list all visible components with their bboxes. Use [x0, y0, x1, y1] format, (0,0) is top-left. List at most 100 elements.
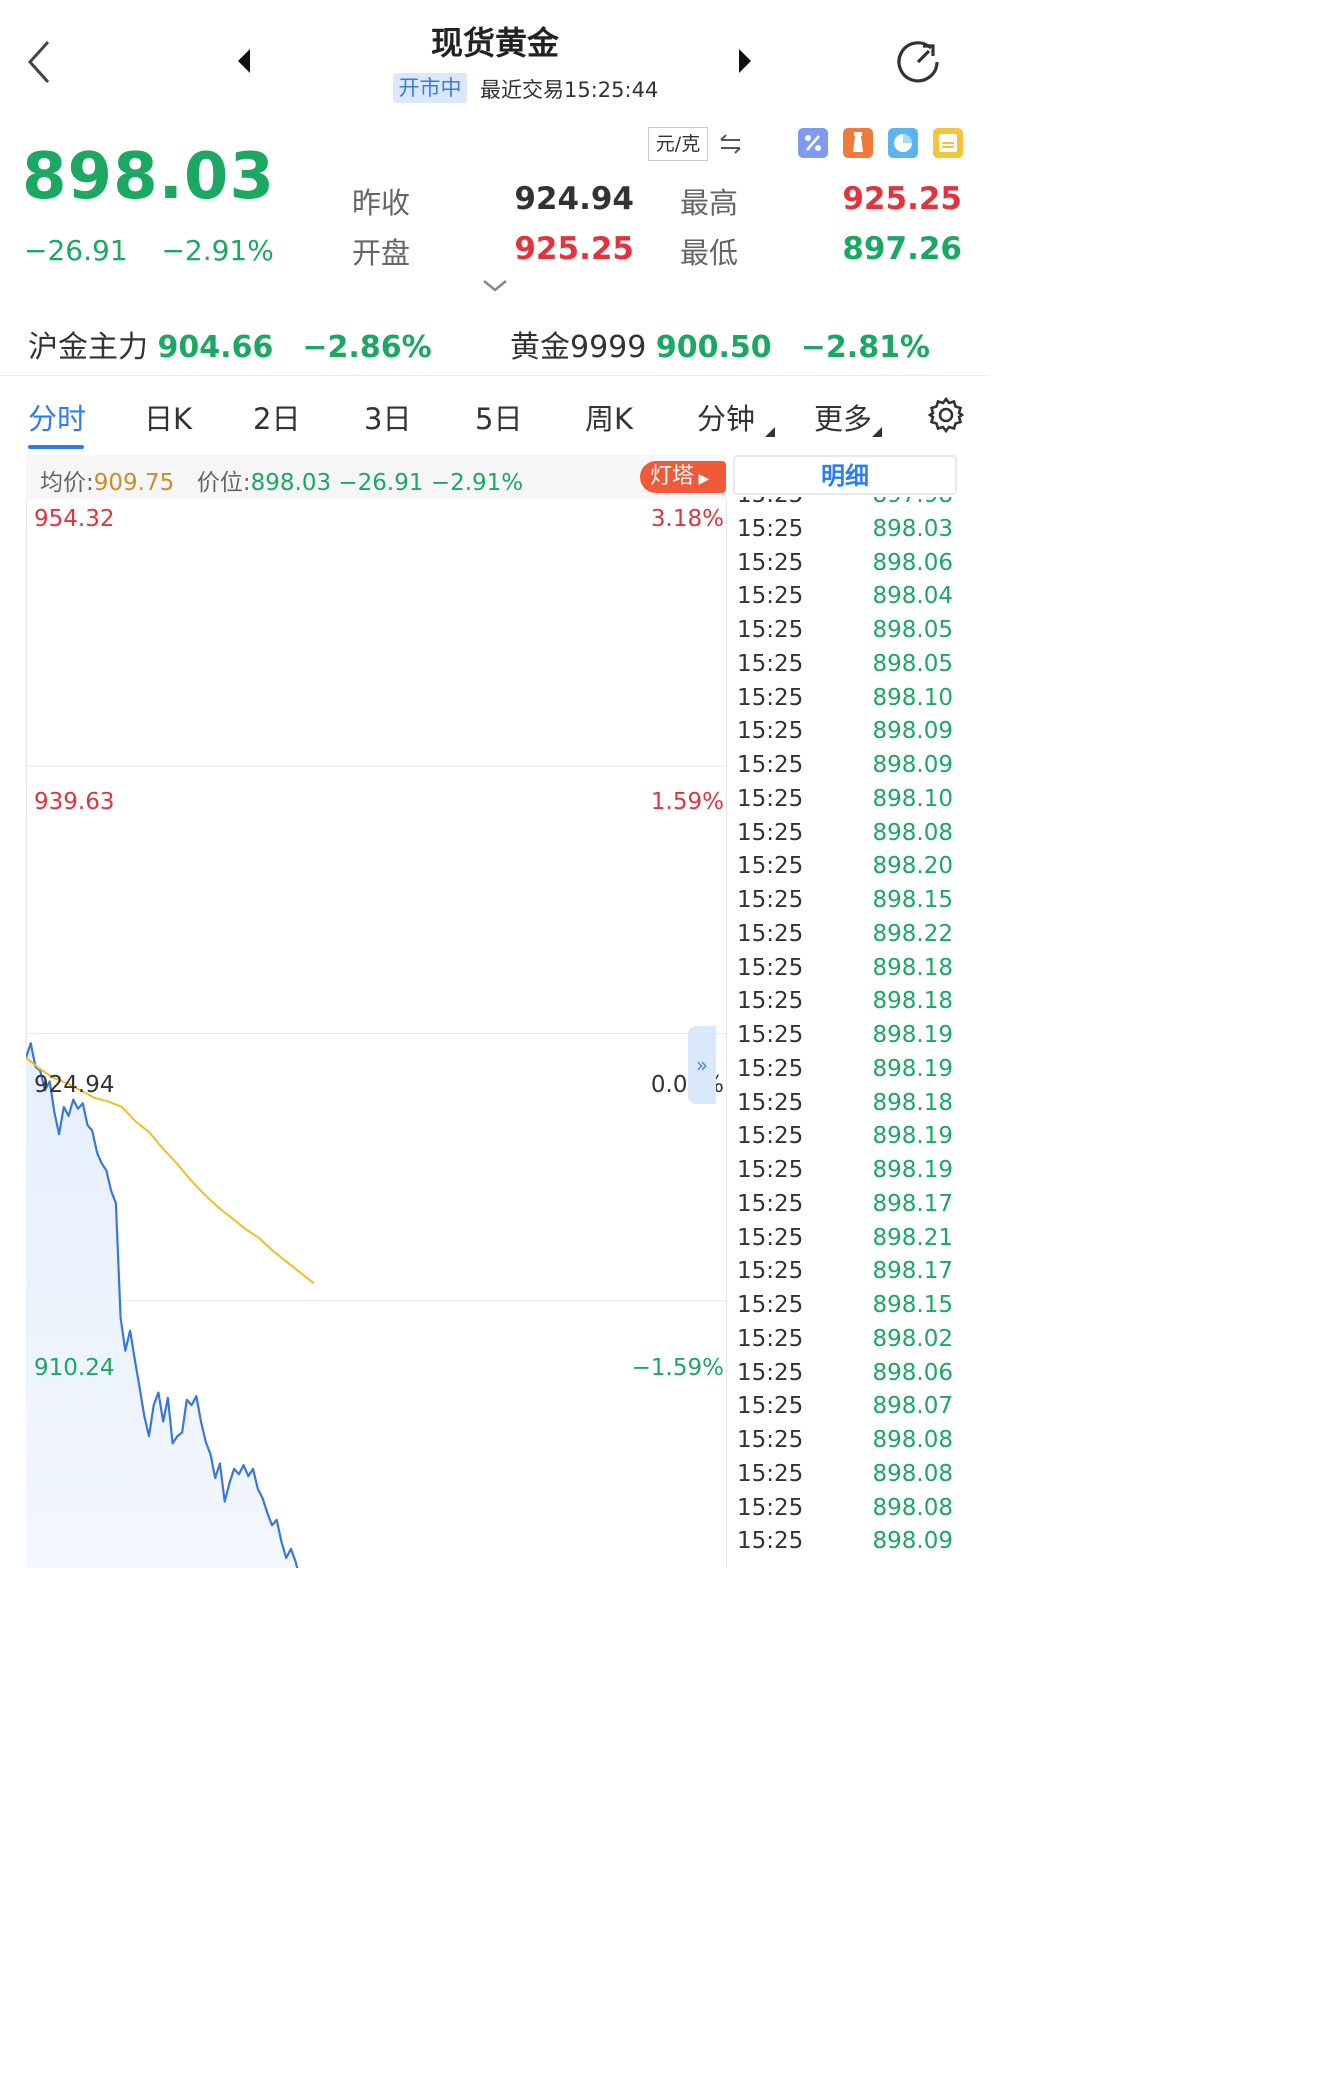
detail-header[interactable]: 明细: [733, 455, 957, 495]
tab-intraday[interactable]: 分时: [28, 396, 86, 438]
detail-price: 898.08: [872, 1494, 953, 1521]
price-label: 价位:: [196, 470, 251, 496]
related-item-shfe[interactable]: 沪金主力 904.66 −2.86%: [28, 322, 432, 366]
detail-time: 15:25: [737, 1190, 804, 1217]
unit-toggle[interactable]: 元/克: [648, 127, 708, 161]
detail-price: 898.08: [872, 1427, 953, 1453]
tab-weekly-k[interactable]: 周K: [585, 396, 633, 438]
price-value: 898.03 −26.91 −2.91%: [250, 470, 524, 496]
settings-icon[interactable]: [927, 396, 965, 434]
next-icon[interactable]: [737, 48, 753, 74]
detail-row: 15:25 898.09: [733, 748, 957, 782]
detail-price: 898.08: [872, 819, 953, 846]
detail-row: 15:25 898.22: [733, 917, 957, 951]
detail-row: 15:25 898.18: [733, 984, 957, 1018]
detail-time: 15:25: [737, 1123, 804, 1150]
detail-row: 15:25 898.20: [733, 849, 957, 883]
detail-time: 15:25: [737, 718, 804, 745]
detail-time: 15:25: [737, 1258, 804, 1285]
detail-row: 15:25 898.03: [733, 512, 957, 546]
detail-price: 898.09: [872, 752, 953, 778]
detail-price: 898.19: [872, 1157, 953, 1183]
detail-price: 898.18: [872, 988, 953, 1015]
detail-time: 15:25: [737, 617, 804, 643]
detail-price: 898.05: [872, 650, 953, 677]
tab-more-dropdown-icon: [872, 427, 882, 437]
detail-time: 15:25: [737, 819, 804, 846]
detail-row: 15:25 898.17: [733, 1254, 957, 1288]
open-label: 开盘: [352, 236, 411, 270]
detail-time: 15:25: [737, 853, 804, 880]
related-price: 904.66: [157, 330, 274, 365]
detail-row: 15:25 898.09: [733, 1524, 957, 1558]
detail-time: 15:25: [737, 1055, 804, 1082]
related-change-pct: −2.81%: [800, 330, 930, 365]
related-item-au9999[interactable]: 黄金9999 900.50 −2.81%: [510, 322, 930, 366]
detail-row: 15:25 898.18: [733, 1086, 957, 1120]
detail-row: 15:25 898.15: [733, 1288, 957, 1322]
detail-time: 15:25: [737, 887, 804, 913]
tab-3day[interactable]: 3日: [364, 396, 411, 438]
pct-axis-label: 3.18%: [650, 506, 724, 532]
detail-row: 15:25 898.09: [733, 714, 957, 748]
detail-row: 15:25 897.98: [733, 497, 957, 512]
detail-row: 15:25 898.18: [733, 951, 957, 985]
detail-time: 15:25: [737, 684, 804, 711]
vip-icon[interactable]: [933, 128, 963, 158]
detail-row: 15:25 898.05: [733, 613, 957, 647]
lighthouse-icon[interactable]: [843, 128, 873, 158]
related-price: 900.50: [655, 330, 772, 365]
tab-minute[interactable]: 分钟: [697, 396, 755, 438]
detail-time: 15:25: [737, 497, 803, 508]
detail-time: 15:25: [737, 988, 804, 1015]
detail-row: 15:25 898.19: [733, 1052, 957, 1086]
detail-row: 15:25 898.10: [733, 681, 957, 715]
pie-icon[interactable]: [888, 128, 918, 158]
detail-price: 898.10: [872, 785, 953, 812]
detail-row: 15:25 898.19: [733, 1018, 957, 1052]
detail-time: 15:25: [737, 785, 804, 812]
tab-minute-dropdown-icon: [765, 427, 775, 437]
detail-row: 15:25 898.21: [733, 1221, 957, 1255]
intraday-chart[interactable]: [26, 499, 726, 1568]
chevron-down-icon[interactable]: [482, 278, 508, 292]
tab-daily-k[interactable]: 日K: [144, 396, 192, 438]
low-value: 897.26: [842, 231, 962, 267]
lamp-tag-button[interactable]: 灯塔 ▶: [640, 461, 726, 493]
tab-more[interactable]: 更多: [814, 396, 872, 438]
y-axis-label: 939.63: [34, 789, 115, 815]
detail-price: 898.06: [872, 1359, 953, 1386]
detail-price: 898.09: [872, 1528, 953, 1555]
chart-right-border: [726, 499, 727, 1568]
detail-price: 898.20: [872, 853, 953, 880]
expand-detail-button[interactable]: »: [688, 1026, 716, 1104]
detail-row: 15:25 898.19: [733, 1119, 957, 1153]
detail-price: 898.15: [872, 1292, 953, 1318]
detail-row: 15:25 898.04: [733, 579, 957, 613]
status-badge: 开市中: [393, 73, 467, 103]
detail-row: 15:25 898.06: [733, 546, 957, 580]
price-change-pct: −2.91%: [161, 234, 274, 267]
related-name: 沪金主力: [28, 330, 148, 365]
detail-list[interactable]: 15:25 897.98 15:25 898.03 15:25 898.06 15:25 89…: [733, 497, 957, 1568]
tab-2day[interactable]: 2日: [253, 396, 300, 438]
detail-time: 15:25: [737, 1157, 804, 1183]
tab-5day[interactable]: 5日: [475, 396, 522, 438]
prev-close-label: 昨收: [352, 186, 411, 220]
current-price: 898.03: [22, 140, 275, 214]
detail-row: 15:25 898.10: [733, 782, 957, 816]
detail-price: 898.15: [872, 887, 953, 913]
refresh-icon[interactable]: [893, 36, 943, 86]
swap-icon[interactable]: [718, 134, 744, 154]
detail-time: 15:25: [737, 1359, 804, 1386]
detail-price: 898.07: [872, 1393, 953, 1420]
low-label: 最低: [680, 236, 739, 270]
avg-label: 均价:: [40, 470, 94, 496]
detail-time: 15:25: [737, 1089, 804, 1116]
detail-time: 15:25: [737, 515, 804, 542]
y-axis-label: 910.24: [34, 1355, 115, 1381]
active-tab-indicator: [28, 445, 84, 449]
detail-time: 15:25: [737, 1292, 804, 1318]
percent-icon[interactable]: [798, 128, 828, 158]
detail-price: 898.08: [872, 1460, 953, 1487]
